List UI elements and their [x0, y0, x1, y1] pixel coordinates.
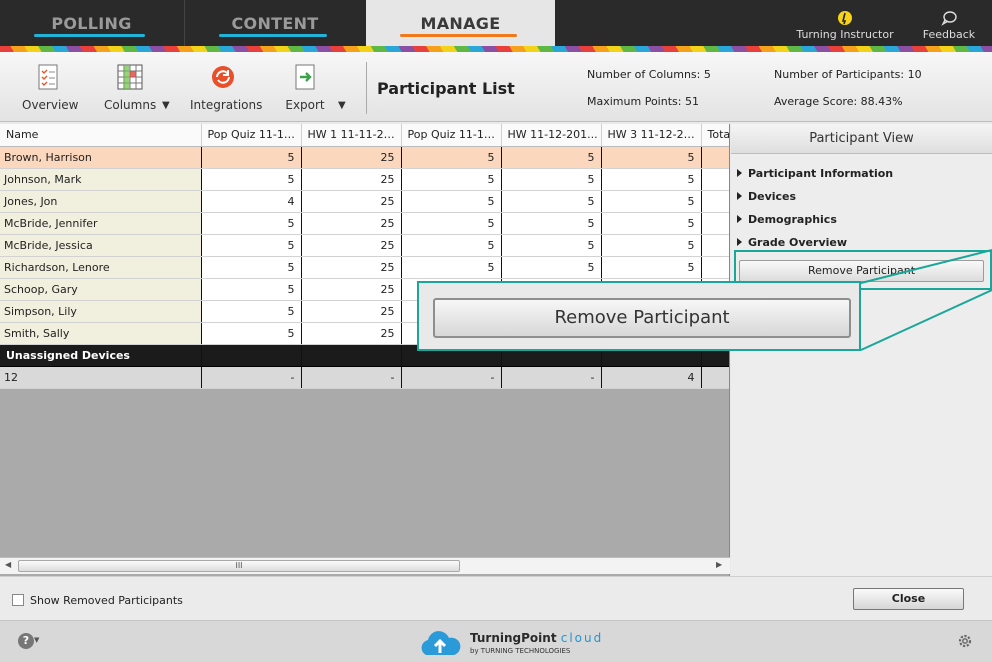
footer: ? ▼ TurningPoint cloud by TURNING TECHNO…: [0, 620, 992, 662]
brand-byline: by TURNING TECHNOLOGIES: [470, 647, 571, 655]
app-window: POLLING CONTENT MANAGE Turning Instructo…: [0, 0, 992, 662]
help-icon[interactable]: ?: [18, 633, 34, 649]
show-removed-checkbox[interactable]: [12, 594, 24, 606]
close-button[interactable]: Close: [853, 588, 964, 610]
brand-turningpoint: TurningPoint: [470, 631, 557, 645]
cloud-upload-icon: [421, 631, 461, 655]
gear-icon[interactable]: [957, 633, 973, 649]
show-removed-label: Show Removed Participants: [30, 594, 183, 607]
brand-name: TurningPoint cloud: [470, 631, 603, 645]
turningpoint-logo: TurningPoint cloud by TURNING TECHNOLOGI…: [418, 625, 601, 661]
brand-cloud: cloud: [560, 631, 604, 645]
zoom-callout: Remove Participant: [417, 281, 861, 351]
chevron-down-icon[interactable]: ▼: [34, 636, 39, 644]
remove-participant-button-zoomed[interactable]: Remove Participant: [433, 298, 851, 338]
bottom-bar: Show Removed Participants Close: [0, 576, 992, 620]
